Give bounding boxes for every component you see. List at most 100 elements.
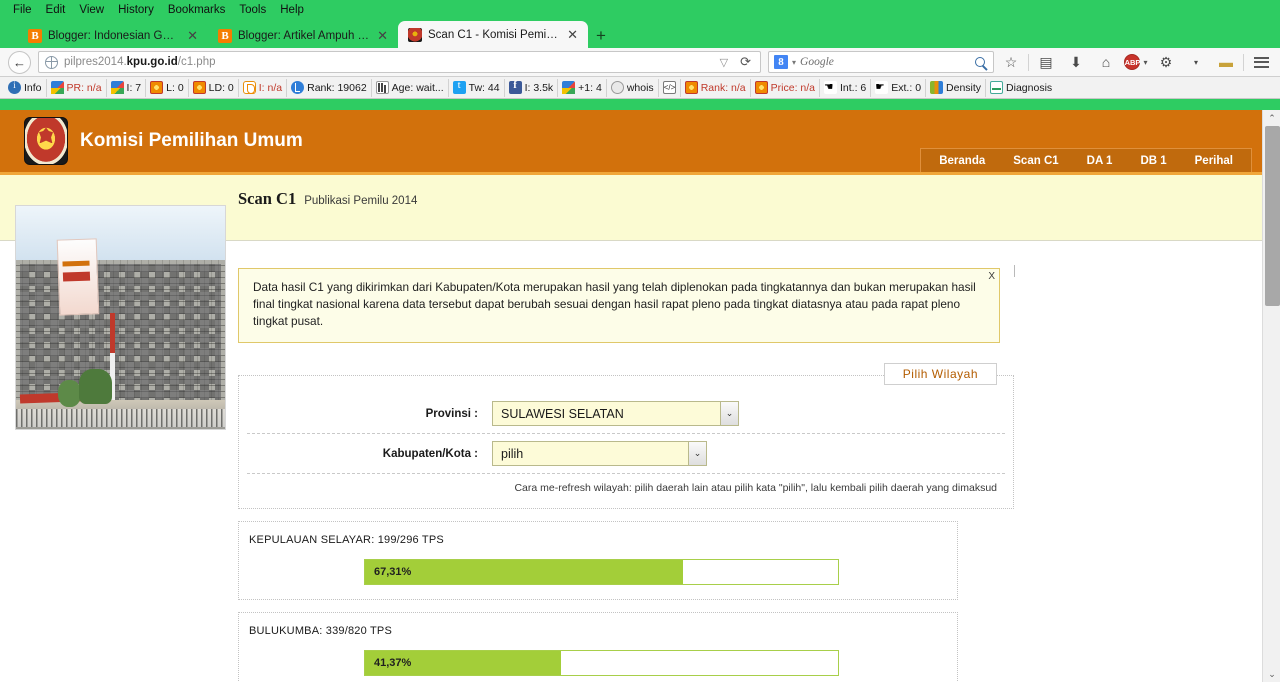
hand-right-icon: ☛ (875, 81, 889, 94)
chevron-down-icon[interactable]: ▾ (1183, 50, 1209, 74)
addon-item[interactable]: PR: n/a (45, 78, 106, 97)
download-icon[interactable]: ⬇ (1063, 50, 1089, 74)
reader-icon[interactable]: ▤ (1033, 50, 1059, 74)
divider (1014, 265, 1015, 277)
addon-item[interactable]: </> (657, 78, 680, 97)
menu-history[interactable]: History (111, 2, 161, 19)
kabupaten-value: pilih (501, 446, 524, 461)
addon-item[interactable]: Density (925, 78, 985, 97)
seo-toolbar-icon[interactable]: ▬ (1213, 50, 1239, 74)
page-viewport: Komisi Pemilihan Umum Beranda Scan C1 DA… (0, 110, 1280, 682)
addon-item[interactable]: Rank: n/a (679, 78, 750, 97)
nav-da1[interactable]: DA 1 (1073, 151, 1127, 171)
addon-item[interactable]: I: n/a (237, 78, 286, 97)
addon-item[interactable]: I: 3.5k (503, 78, 558, 97)
google-icon (110, 81, 124, 94)
chevron-down-icon[interactable]: ⌄ (688, 442, 706, 465)
addon-item[interactable]: Info (4, 79, 46, 97)
close-icon[interactable]: ✕ (375, 28, 390, 44)
addon-item[interactable]: Diagnosis (985, 78, 1056, 97)
scrollbar-thumb[interactable] (1265, 126, 1280, 306)
tab-title: Scan C1 - Komisi Pemiliha... (428, 28, 559, 41)
reload-icon[interactable]: ⟳ (737, 54, 754, 70)
kabupaten-select[interactable]: pilih ⌄ (492, 441, 707, 466)
addon-item[interactable]: I: 7 (105, 78, 146, 97)
addon-item[interactable]: ☚ Int.: 6 (819, 78, 870, 97)
home-icon[interactable]: ⌂ (1093, 50, 1119, 74)
url-bar[interactable]: pilpres2014.kpu.go.id/c1.php ▽ ⟳ (38, 51, 761, 73)
nav-beranda[interactable]: Beranda (925, 151, 999, 171)
search-input[interactable]: Google (800, 56, 971, 68)
search-bar[interactable]: 8 ▾ Google (768, 51, 994, 73)
tab-blogger-artikel[interactable]: B Blogger: Artikel Ampuh - B... ✕ (208, 23, 398, 48)
site-branding[interactable]: Komisi Pemilihan Umum (0, 117, 303, 165)
addon-item[interactable]: Age: wait... (370, 78, 448, 97)
disclaimer-text: Data hasil C1 yang dikirimkan dari Kabup… (253, 280, 976, 328)
site-title: Komisi Pemilihan Umum (80, 130, 303, 151)
facebook-icon (508, 79, 522, 94)
chevron-down-icon[interactable]: ▾ (792, 58, 796, 67)
tab-title: Blogger: Indonesian GTA - ... (48, 29, 179, 42)
addon-item[interactable]: Rank: 19062 (286, 78, 371, 97)
addon-item[interactable]: Price: n/a (749, 78, 819, 97)
scroll-up-icon[interactable]: ⌃ (1263, 110, 1280, 126)
menu-hamburger-icon[interactable] (1248, 50, 1274, 74)
new-tab-button[interactable]: + (588, 26, 614, 48)
menu-edit[interactable]: Edit (39, 2, 73, 19)
addon-item[interactable]: Tw: 44 (447, 78, 504, 97)
photo-tree (57, 379, 81, 407)
tab-title: Blogger: Artikel Ampuh - B... (238, 29, 370, 42)
progress-label: BULUKUMBA: 339/820 TPS (249, 625, 392, 637)
sun-icon (150, 81, 164, 94)
seo-addon-bar: Info PR: n/a I: 7 L: 0 LD: 0 I: n/a Rank… (0, 77, 1280, 99)
star-icon[interactable]: ☆ (998, 50, 1024, 74)
form-hint-row: Cara me-refresh wilayah: pilih daerah la… (247, 478, 1005, 496)
back-icon[interactable]: ← (8, 50, 31, 74)
addon-item[interactable]: ☛ Ext.: 0 (870, 78, 925, 97)
menu-help[interactable]: Help (273, 2, 311, 19)
addon-item[interactable]: whois (605, 78, 658, 97)
close-icon[interactable]: ✕ (565, 27, 580, 43)
addon-item[interactable]: +1: 4 (557, 78, 606, 97)
addon-item[interactable]: LD: 0 (187, 78, 238, 97)
tab-blogger-gta[interactable]: B Blogger: Indonesian GTA - ... ✕ (18, 23, 208, 48)
page-heading: Scan C1 Publikasi Pemilu 2014 (238, 189, 417, 209)
page-subtitle: Publikasi Pemilu 2014 (304, 195, 418, 207)
kpu-icon (408, 27, 422, 42)
tab-strip: B Blogger: Indonesian GTA - ... ✕ B Blog… (0, 20, 1280, 48)
adblock-icon[interactable]: ABP ▾ (1123, 50, 1149, 74)
tab-scan-c1[interactable]: Scan C1 - Komisi Pemiliha... ✕ (398, 21, 588, 48)
site-header: Komisi Pemilihan Umum Beranda Scan C1 DA… (0, 110, 1262, 175)
browser-window: File Edit View History Bookmarks Tools H… (0, 0, 1280, 682)
nav-scan-c1[interactable]: Scan C1 (999, 151, 1072, 171)
nav-perihal[interactable]: Perihal (1181, 151, 1247, 171)
progress-panel-bulukumba: BULUKUMBA: 339/820 TPS 41,37% (238, 612, 958, 682)
search-icon[interactable] (975, 57, 985, 67)
blogger-icon: B (28, 28, 42, 43)
chevron-down-icon[interactable]: ⌄ (720, 402, 738, 425)
info-icon (8, 80, 21, 94)
addon-item[interactable]: L: 0 (145, 78, 188, 97)
menu-tools[interactable]: Tools (232, 2, 273, 19)
close-icon[interactable]: X (988, 271, 995, 282)
main-content: Data hasil C1 yang dikirimkan dari Kabup… (238, 265, 1018, 682)
sun-icon (192, 81, 206, 94)
main-navigation: Beranda Scan C1 DA 1 DB 1 Perihal (920, 148, 1252, 172)
diagnosis-icon (990, 81, 1004, 94)
close-icon[interactable]: ✕ (185, 28, 200, 44)
menu-bookmarks[interactable]: Bookmarks (161, 2, 233, 19)
chevron-down-icon[interactable]: ▽ (717, 56, 731, 69)
scroll-down-icon[interactable]: ⌄ (1263, 666, 1280, 682)
menu-view[interactable]: View (72, 2, 111, 19)
page-scrollbar[interactable]: ⌃ ⌄ (1262, 110, 1280, 682)
alexa-icon (242, 81, 256, 94)
provinsi-select[interactable]: SULAWESI SELATAN ⌄ (492, 401, 739, 426)
addon-gear-icon[interactable]: ⚙ (1153, 50, 1179, 74)
menu-file[interactable]: File (6, 2, 39, 19)
form-row-kabupaten: Kabupaten/Kota : pilih ⌄ (247, 434, 1005, 474)
nav-db1[interactable]: DB 1 (1126, 151, 1180, 171)
kabupaten-label: Kabupaten/Kota : (382, 447, 478, 460)
progress-percent: 41,37% (374, 657, 412, 669)
progress-label: KEPULAUAN SELAYAR: 199/296 TPS (249, 534, 444, 546)
provinsi-label: Provinsi : (425, 407, 478, 420)
